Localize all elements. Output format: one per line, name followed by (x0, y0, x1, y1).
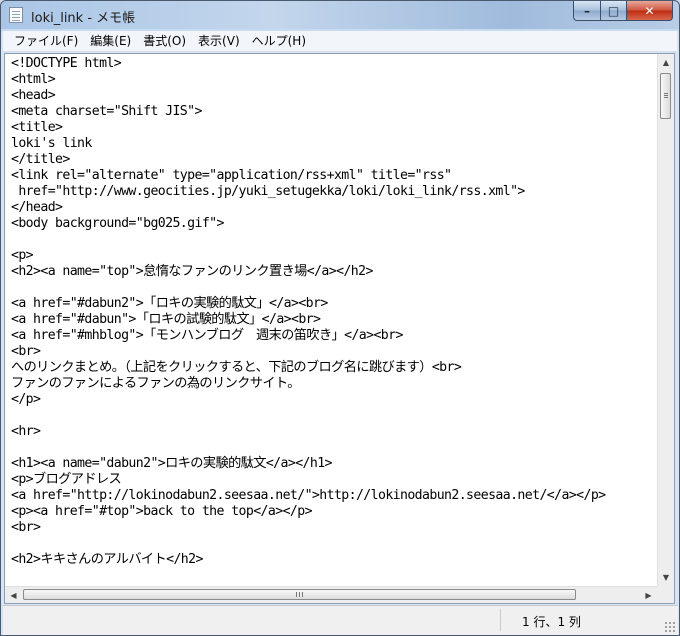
text-line[interactable]: loki's link (11, 136, 657, 152)
vertical-scrollbar[interactable]: ▲ ▼ (657, 54, 674, 586)
text-line[interactable]: <h2><a name="top">怠惰なファンのリンク置き場</a></h2> (11, 264, 657, 280)
text-line[interactable]: <html> (11, 72, 657, 88)
notepad-app-icon[interactable] (9, 7, 23, 23)
menu-file[interactable]: ファイル(F) (3, 31, 84, 51)
resize-grip-icon[interactable] (664, 621, 676, 633)
minimize-button[interactable]: – (573, 1, 601, 21)
vertical-scroll-thumb[interactable] (660, 73, 671, 119)
scroll-down-arrow-icon[interactable]: ▼ (658, 569, 674, 586)
text-line[interactable]: <h2>キキさんのアルバイト</h2> (11, 552, 657, 568)
text-line[interactable]: <p> (11, 248, 657, 264)
notepad-window: loki_link - メモ帳 – □ ✕ ファイル(F) 編集(E) 書式(O… (0, 0, 680, 636)
close-button[interactable]: ✕ (626, 1, 673, 21)
text-line[interactable]: <a href="#dabun2">「ロキの実験的駄文」</a><br> (11, 296, 657, 312)
scrollbar-corner (657, 586, 674, 603)
text-line[interactable]: <br> (11, 344, 657, 360)
window-title: loki_link - メモ帳 (31, 11, 136, 26)
menu-format[interactable]: 書式(O) (137, 31, 192, 51)
scroll-right-arrow-icon[interactable]: ▶ (640, 587, 657, 603)
text-line[interactable]: </head> (11, 200, 657, 216)
cursor-position: 1 行、1 列 (522, 615, 581, 629)
text-line[interactable]: <a href="#mhblog">「モンハンブログ 週末の笛吹き」</a><b… (11, 328, 657, 344)
horizontal-scroll-thumb[interactable] (23, 589, 576, 600)
text-line[interactable]: </p> (11, 392, 657, 408)
status-bar: 1 行、1 列 (3, 605, 678, 635)
text-line[interactable]: ファンのファンによるファンの為のリンクサイト。 (11, 376, 657, 392)
document-text[interactable]: <!DOCTYPE html> <html> <head> <meta charset… (5, 54, 657, 568)
text-line[interactable] (11, 536, 657, 552)
text-line[interactable]: <a href="http://lokinodabun2.seesaa.net/… (11, 488, 657, 504)
menu-view[interactable]: 表示(V) (192, 31, 246, 51)
title-bar[interactable]: loki_link - メモ帳 – □ ✕ (1, 1, 679, 29)
text-line[interactable]: <link rel="alternate" type="application/… (11, 168, 657, 184)
text-line[interactable]: </title> (11, 152, 657, 168)
text-line[interactable]: <title> (11, 120, 657, 136)
text-line[interactable]: へのリンクまとめ。（上記をクリックすると、下記のブログ名に跳びます）<br> (11, 360, 657, 376)
text-line[interactable]: <h1><a name="dabun2">ロキの実験的駄文</a></h1> (11, 456, 657, 472)
text-line[interactable]: href="http://www.geocities.jp/yuki_setug… (11, 184, 657, 200)
text-line[interactable] (11, 440, 657, 456)
text-line[interactable]: <!DOCTYPE html> (11, 56, 657, 72)
status-divider (500, 609, 501, 631)
scroll-left-arrow-icon[interactable]: ◀ (5, 587, 22, 603)
text-line[interactable]: <hr> (11, 424, 657, 440)
text-line[interactable]: <meta charset="Shift JIS"> (11, 104, 657, 120)
text-line[interactable]: <p><a href="#top">back to the top</a></p… (11, 504, 657, 520)
scroll-up-arrow-icon[interactable]: ▲ (658, 54, 674, 71)
text-line[interactable]: <head> (11, 88, 657, 104)
text-area[interactable]: <!DOCTYPE html> <html> <head> <meta charset… (5, 54, 657, 586)
text-line[interactable]: <a href="#dabun">「ロキの試験的駄文」</a><br> (11, 312, 657, 328)
text-line[interactable] (11, 232, 657, 248)
maximize-button[interactable]: □ (600, 1, 627, 21)
horizontal-scrollbar[interactable]: ◀ ▶ (5, 586, 657, 603)
editor: <!DOCTYPE html> <html> <head> <meta charset… (4, 53, 675, 604)
menu-edit[interactable]: 編集(E) (84, 31, 137, 51)
text-line[interactable]: <p>ブログアドレス (11, 472, 657, 488)
text-line[interactable]: <br> (11, 520, 657, 536)
menu-bar: ファイル(F) 編集(E) 書式(O) 表示(V) ヘルプ(H) (3, 31, 677, 52)
text-line[interactable]: <body background="bg025.gif"> (11, 216, 657, 232)
text-line[interactable] (11, 280, 657, 296)
menu-help[interactable]: ヘルプ(H) (246, 31, 312, 51)
text-line[interactable] (11, 408, 657, 424)
